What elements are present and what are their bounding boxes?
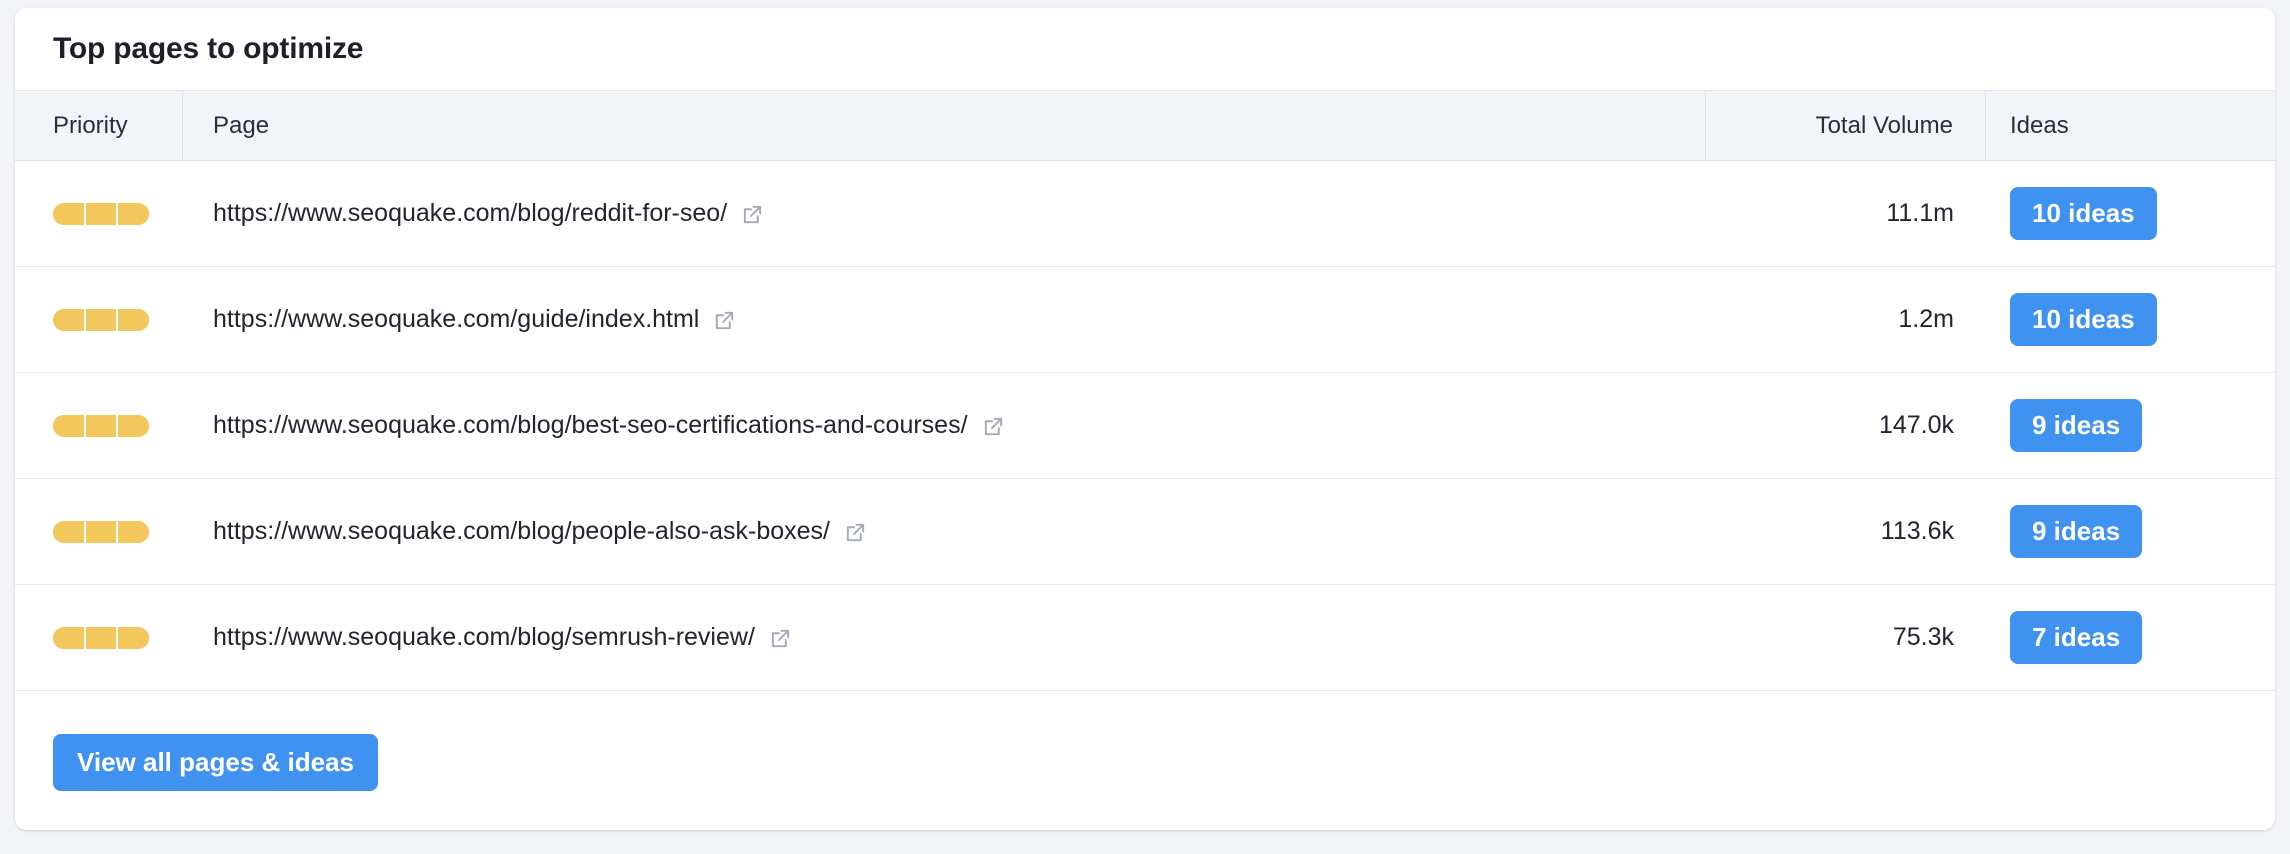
priority-cell <box>15 479 183 584</box>
ideas-badge[interactable]: 9 ideas <box>2010 399 2142 452</box>
page-title: Top pages to optimize <box>53 32 363 66</box>
priority-segment <box>53 521 86 543</box>
priority-indicator <box>53 521 149 543</box>
page-url: https://www.seoquake.com/blog/reddit-for… <box>213 199 727 228</box>
table-row: https://www.seoquake.com/blog/best-seo-c… <box>15 373 2275 479</box>
ideas-badge[interactable]: 10 ideas <box>2010 187 2157 240</box>
external-link-icon[interactable] <box>741 203 764 226</box>
priority-segment <box>118 627 149 649</box>
ideas-cell: 10 ideas <box>1986 267 2275 372</box>
priority-segment <box>118 415 149 437</box>
card-footer: View all pages & ideas <box>15 691 2275 830</box>
priority-segment <box>86 309 119 331</box>
ideas-cell: 9 ideas <box>1986 479 2275 584</box>
total-volume-cell: 1.2m <box>1706 267 1986 372</box>
total-volume-cell: 113.6k <box>1706 479 1986 584</box>
table-row: https://www.seoquake.com/blog/people-als… <box>15 479 2275 585</box>
priority-segment <box>53 415 86 437</box>
priority-cell <box>15 267 183 372</box>
priority-cell <box>15 585 183 690</box>
priority-cell <box>15 373 183 478</box>
column-header-priority: Priority <box>15 91 183 160</box>
priority-segment <box>53 309 86 331</box>
total-volume-value: 113.6k <box>1881 517 1954 546</box>
priority-segment <box>118 203 149 225</box>
priority-segment <box>86 521 119 543</box>
external-link-icon[interactable] <box>982 415 1005 438</box>
view-all-pages-and-ideas-button[interactable]: View all pages & ideas <box>53 734 378 791</box>
page-cell: https://www.seoquake.com/blog/people-als… <box>183 479 1706 584</box>
table-row: https://www.seoquake.com/guide/index.htm… <box>15 267 2275 373</box>
table-body: https://www.seoquake.com/blog/reddit-for… <box>15 161 2275 691</box>
ideas-cell: 7 ideas <box>1986 585 2275 690</box>
top-pages-card: Top pages to optimize Priority Page Tota… <box>15 8 2275 830</box>
page-url: https://www.seoquake.com/blog/best-seo-c… <box>213 411 968 440</box>
ideas-badge[interactable]: 10 ideas <box>2010 293 2157 346</box>
page-url: https://www.seoquake.com/blog/semrush-re… <box>213 623 755 652</box>
priority-indicator <box>53 415 149 437</box>
priority-cell <box>15 161 183 266</box>
table-row: https://www.seoquake.com/blog/reddit-for… <box>15 161 2275 267</box>
external-link-icon[interactable] <box>713 309 736 332</box>
page-cell: https://www.seoquake.com/blog/semrush-re… <box>183 585 1706 690</box>
page-url: https://www.seoquake.com/blog/people-als… <box>213 517 830 546</box>
column-header-total-volume: Total Volume <box>1706 91 1986 160</box>
total-volume-cell: 75.3k <box>1706 585 1986 690</box>
page-cell: https://www.seoquake.com/guide/index.htm… <box>183 267 1706 372</box>
external-link-icon[interactable] <box>844 521 867 544</box>
table-row: https://www.seoquake.com/blog/semrush-re… <box>15 585 2275 691</box>
column-header-page: Page <box>183 91 1706 160</box>
page-cell: https://www.seoquake.com/blog/best-seo-c… <box>183 373 1706 478</box>
total-volume-value: 147.0k <box>1879 411 1954 440</box>
priority-segment <box>118 309 149 331</box>
ideas-badge[interactable]: 7 ideas <box>2010 611 2142 664</box>
external-link-icon[interactable] <box>769 627 792 650</box>
priority-indicator <box>53 627 149 649</box>
table-header-row: Priority Page Total Volume Ideas <box>15 91 2275 161</box>
page-cell: https://www.seoquake.com/blog/reddit-for… <box>183 161 1706 266</box>
total-volume-cell: 11.1m <box>1706 161 1986 266</box>
total-volume-value: 1.2m <box>1898 305 1954 334</box>
column-header-ideas: Ideas <box>1986 91 2275 160</box>
priority-segment <box>86 203 119 225</box>
ideas-cell: 9 ideas <box>1986 373 2275 478</box>
total-volume-value: 75.3k <box>1893 623 1954 652</box>
card-header: Top pages to optimize <box>15 8 2275 91</box>
total-volume-value: 11.1m <box>1886 199 1954 228</box>
total-volume-cell: 147.0k <box>1706 373 1986 478</box>
priority-segment <box>118 521 149 543</box>
priority-indicator <box>53 309 149 331</box>
priority-segment <box>86 627 119 649</box>
priority-segment <box>53 627 86 649</box>
priority-segment <box>86 415 119 437</box>
top-pages-table: Priority Page Total Volume Ideas https:/… <box>15 91 2275 691</box>
priority-segment <box>53 203 86 225</box>
priority-indicator <box>53 203 149 225</box>
ideas-cell: 10 ideas <box>1986 161 2275 266</box>
page-url: https://www.seoquake.com/guide/index.htm… <box>213 305 699 334</box>
ideas-badge[interactable]: 9 ideas <box>2010 505 2142 558</box>
